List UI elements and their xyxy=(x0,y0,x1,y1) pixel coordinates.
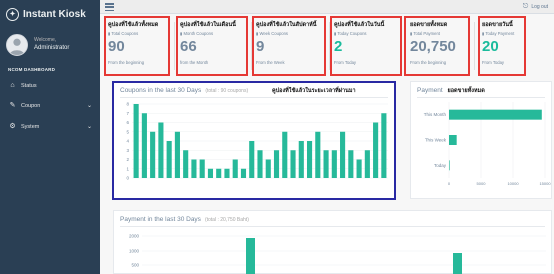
menu-toggle-icon[interactable] xyxy=(105,3,114,11)
sidebar: ✦ Instant Kiosk Welcome, Administrator N… xyxy=(0,0,100,274)
panel-title: Payment in the last 30 Days (total : 20,7… xyxy=(120,216,249,223)
dashboard-screen: ✦ Instant Kiosk Welcome, Administrator N… xyxy=(0,0,554,274)
y-tick-label: This Month xyxy=(424,112,447,117)
logout-button[interactable]: ⎋ Log out xyxy=(523,3,548,11)
user-avatar-icon xyxy=(7,35,27,55)
panel-title: Payment ยอดขายทั้งหมด xyxy=(417,87,485,94)
y-tick-label: 2000 xyxy=(129,234,140,239)
payment-bar-chart: 0 5000 10000 15000 This Month This Week Today xyxy=(424,102,551,186)
y-tick-label: This Week xyxy=(425,138,447,143)
top-bar: ⎋ Log out xyxy=(100,0,554,14)
sidebar-item-status[interactable]: ⌂ Status xyxy=(0,79,100,92)
edit-icon: ✎ xyxy=(9,102,16,109)
highlight-box xyxy=(176,16,248,76)
brand[interactable]: ✦ Instant Kiosk xyxy=(6,5,86,23)
chevron-down-icon: ⌄ xyxy=(86,124,92,130)
sidebar-item-coupon[interactable]: ✎ Coupon ⌄ xyxy=(0,99,100,112)
main-content: คูปองที่ใช้แล้วทั้งหมด ▮ Total Coupons 9… xyxy=(100,14,554,274)
sidebar-item-label: Status xyxy=(21,82,37,89)
sidebar-item-system[interactable]: ⚙ System ⌄ xyxy=(0,120,100,133)
logout-label: Log out xyxy=(531,4,548,10)
payment-30-days-panel: Payment in the last 30 Days (total : 20,7… xyxy=(113,210,552,274)
highlight-box xyxy=(478,16,526,76)
app-title: Instant Kiosk xyxy=(23,8,86,20)
payment-chart-panel: Payment ยอดขายทั้งหมด 0 5000 10000 15000 Thi… xyxy=(410,81,552,199)
highlight-box xyxy=(252,16,326,76)
welcome-text: Welcome, xyxy=(34,37,57,43)
x-tick-label: 0 xyxy=(448,181,451,186)
bar xyxy=(246,238,255,274)
y-tick-label: 1000 xyxy=(129,249,140,254)
menu-section-title: NCOM DASHBOARD xyxy=(8,67,56,72)
paw-icon: ✦ xyxy=(6,7,19,21)
avatar xyxy=(6,34,28,56)
sidebar-item-label: System xyxy=(21,123,40,130)
highlight-box xyxy=(330,16,402,76)
x-tick-label: 15000 xyxy=(539,181,551,186)
bar xyxy=(449,135,457,145)
highlight-box xyxy=(404,16,470,76)
payment-30-days-chart: 2000 1000 500 xyxy=(129,234,546,274)
tile-divider xyxy=(474,22,475,70)
sidebar-item-label: Coupon xyxy=(21,102,41,109)
x-tick-label: 10000 xyxy=(507,181,519,186)
x-tick-label: 5000 xyxy=(477,181,487,186)
y-tick-label: 500 xyxy=(131,263,139,268)
chevron-down-icon: ⌄ xyxy=(86,103,92,109)
home-icon: ⌂ xyxy=(10,82,15,89)
tile-divider xyxy=(174,22,175,70)
username: Administrator xyxy=(34,45,70,51)
sign-out-icon: ⎋ xyxy=(522,3,529,10)
bar xyxy=(453,253,462,274)
y-tick-label: Today xyxy=(434,163,447,168)
profile: Welcome, Administrator xyxy=(6,34,96,58)
highlight-box-blue xyxy=(112,81,396,200)
highlight-box xyxy=(104,16,170,76)
panel-annotation: ยอดขายทั้งหมด xyxy=(447,88,485,94)
bar xyxy=(449,109,542,120)
gear-icon: ⚙ xyxy=(9,123,16,130)
bar xyxy=(449,160,450,171)
panel-subtitle: (total : 20,750 Baht) xyxy=(204,217,249,223)
